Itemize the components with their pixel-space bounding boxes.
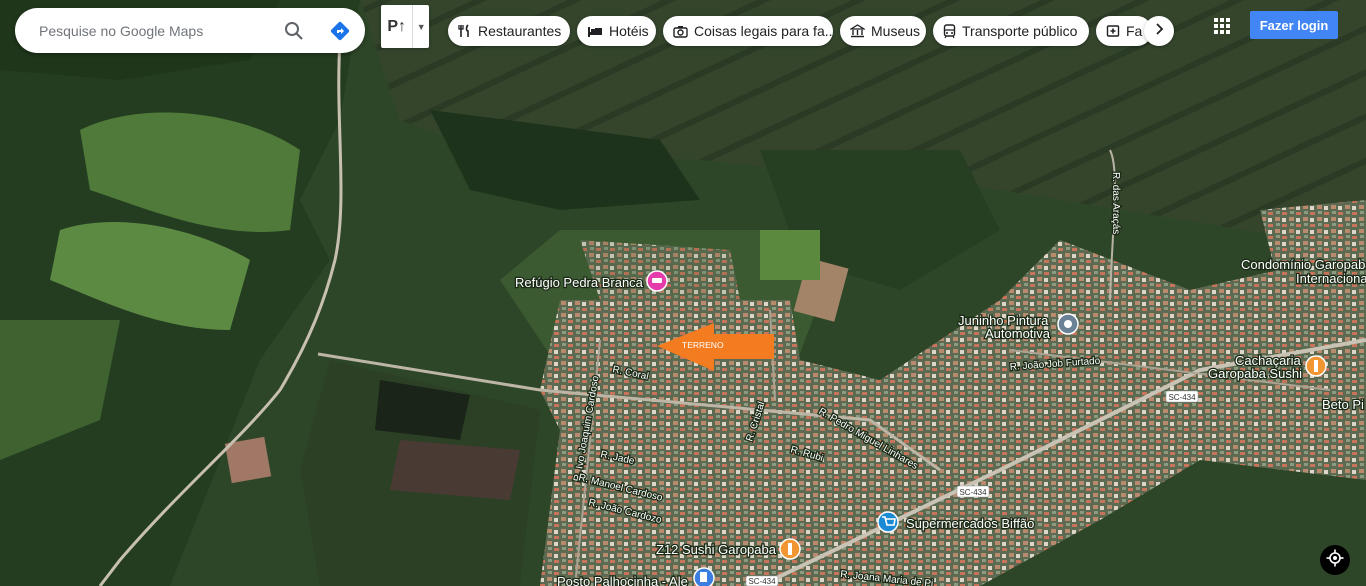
login-button[interactable]: Fazer login [1250, 11, 1338, 39]
search-input[interactable] [37, 21, 271, 40]
chip-transporte-publico[interactable]: Transporte público [933, 16, 1089, 46]
place-label-condominio-2: Internacional [1296, 271, 1366, 286]
poi-pin[interactable] [1057, 313, 1079, 335]
street-aracas: R. das Araçás [1110, 172, 1121, 234]
chips-next-button[interactable] [1144, 16, 1174, 46]
place-label-juninho-2: Automotiva [985, 326, 1051, 341]
chevron-right-icon[interactable] [1154, 22, 1164, 40]
place-label-z12: Z12 Sushi Garopaba [656, 542, 777, 557]
hotel-icon [587, 24, 603, 38]
chevron-down-icon[interactable]: ▼ [412, 5, 429, 48]
highway-badge: SC-434 [1165, 390, 1199, 403]
chip-hoteis[interactable]: Hotéis [577, 16, 656, 46]
chip-museus[interactable]: Museus [840, 16, 926, 46]
camera-icon [673, 25, 688, 38]
pharmacy-icon [1106, 24, 1120, 38]
chip-coisas-legais[interactable]: Coisas legais para fa... [663, 16, 833, 46]
search-box[interactable] [15, 8, 365, 53]
place-label-cachacaria-2: Garopaba Sushi [1208, 366, 1302, 381]
search-icon[interactable] [281, 18, 307, 44]
place-label-supermercados: Supermercados Biffão [906, 516, 1034, 531]
restaurant-icon [458, 24, 472, 38]
satellite-map[interactable]: TERRENO Refúgio Pedra Branca Juninho Pin… [0, 0, 1366, 586]
museum-icon [850, 24, 865, 38]
terreno-label: TERRENO [682, 340, 724, 350]
place-label-beto: Beto Pi [1322, 397, 1364, 412]
directions-icon[interactable] [327, 18, 353, 44]
place-label-condominio-1: Condomínio Garopaba [1241, 257, 1366, 272]
layers-button[interactable]: P↑ ▼ [381, 5, 429, 48]
my-location-button[interactable] [1320, 545, 1350, 575]
category-chips: Restaurantes Hotéis Coisas legais para f… [448, 16, 1152, 46]
food-pin-cachacaria[interactable] [1305, 355, 1327, 377]
gas-pin[interactable] [693, 567, 715, 586]
place-label-refugio: Refúgio Pedra Branca [515, 275, 644, 290]
hotel-pin[interactable] [646, 270, 668, 292]
crosshair-icon[interactable] [1326, 549, 1344, 572]
svg-text:SC-434: SC-434 [748, 577, 776, 586]
shop-pin[interactable] [877, 511, 899, 533]
food-pin-z12[interactable] [779, 538, 801, 560]
apps-grid-icon[interactable] [1210, 14, 1234, 38]
highway-badge: SC-434 [956, 485, 990, 498]
layer-icon[interactable]: P↑ [381, 5, 412, 48]
highway-badge: SC-434 [745, 575, 779, 586]
chip-restaurantes[interactable]: Restaurantes [448, 16, 570, 46]
place-label-posto: Posto Palhocinha - Ale [557, 574, 688, 586]
svg-text:SC-434: SC-434 [959, 488, 987, 497]
transit-icon [943, 23, 956, 39]
svg-text:SC-434: SC-434 [1168, 393, 1196, 402]
